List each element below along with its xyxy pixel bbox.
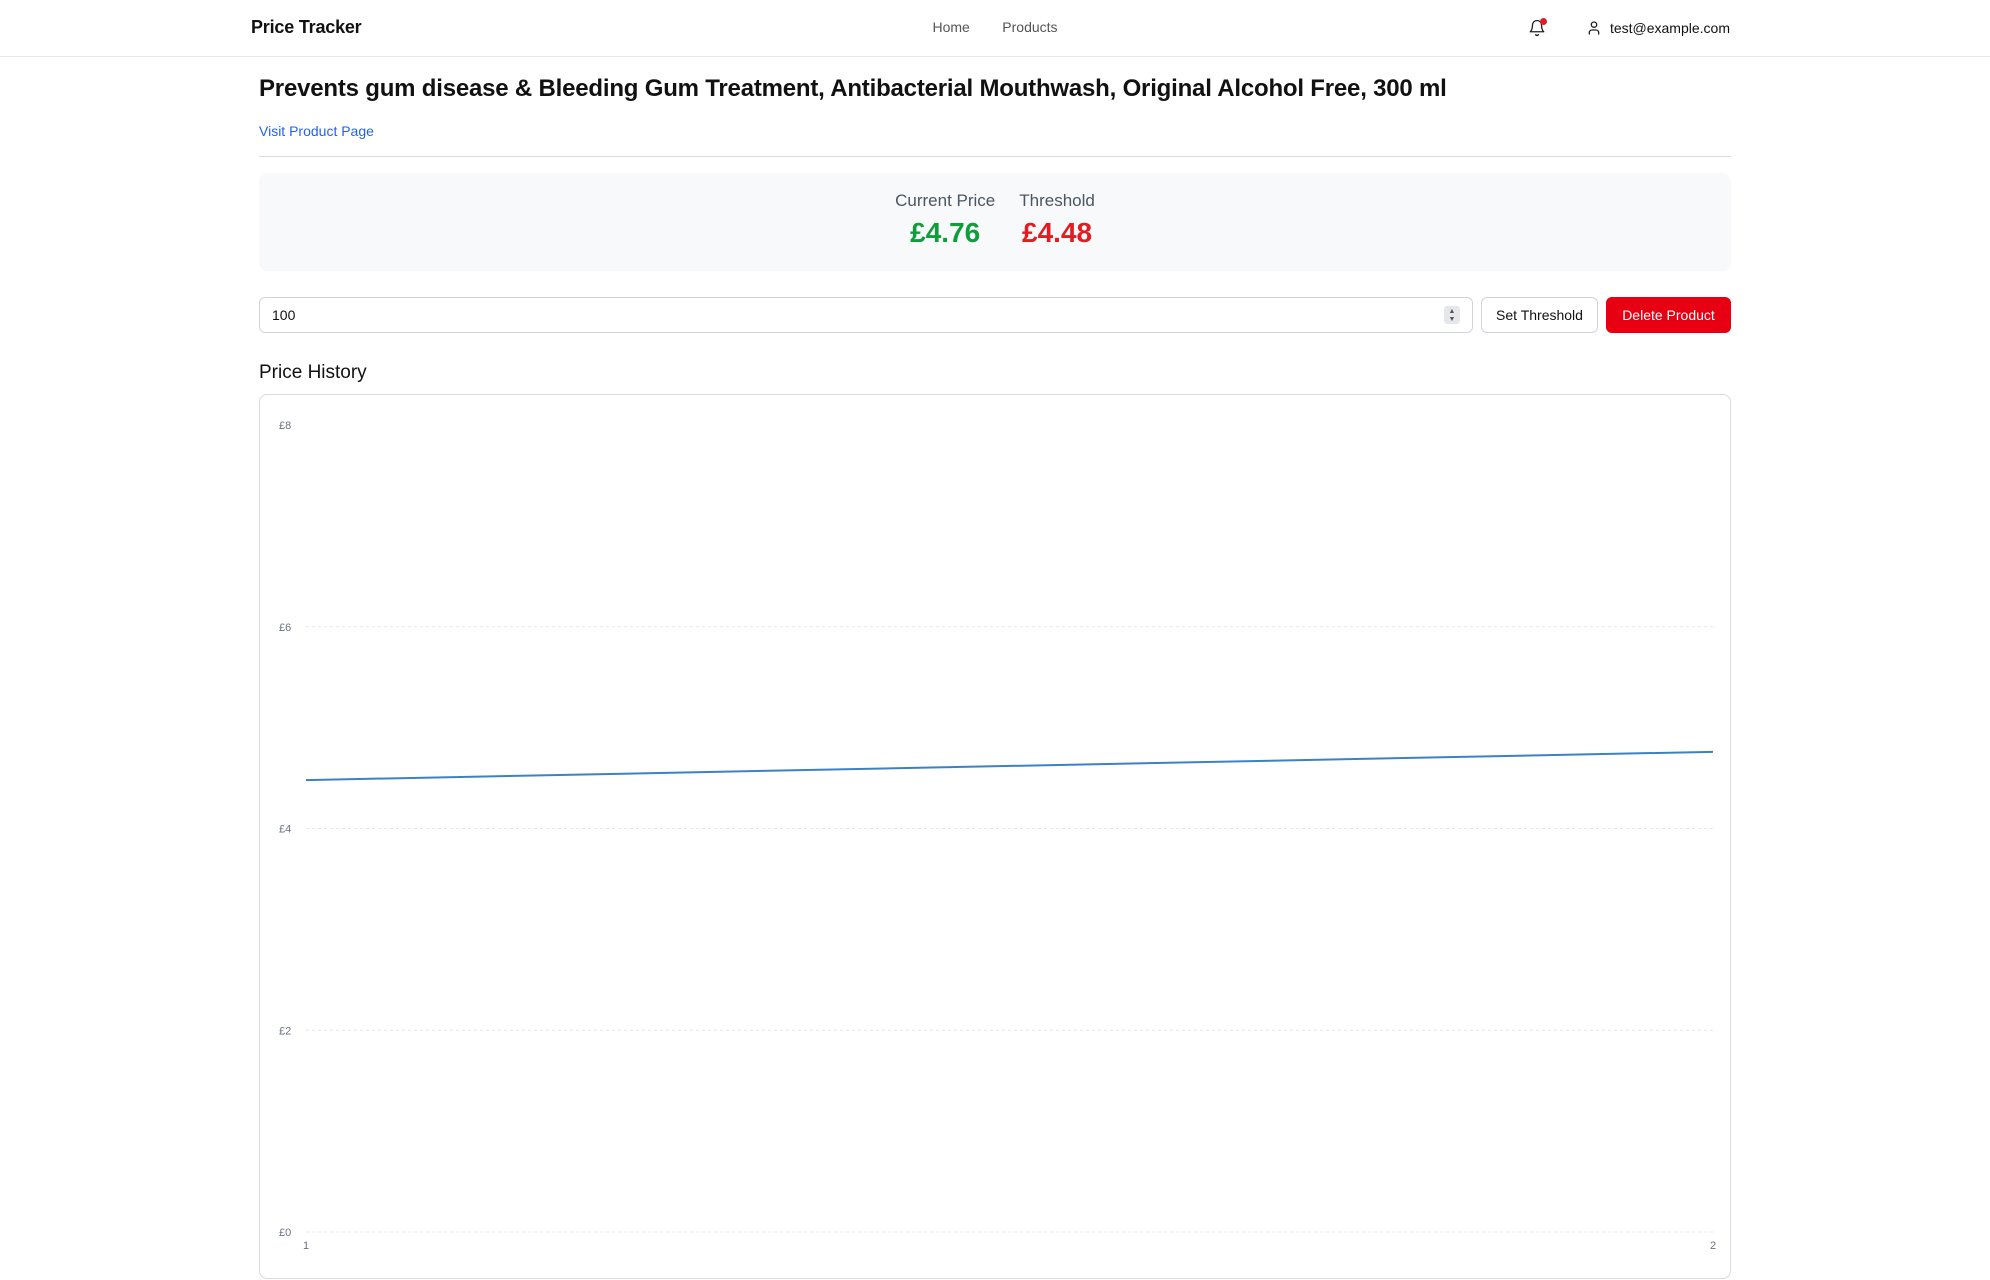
threshold-block: Threshold £4.48 xyxy=(1019,191,1095,271)
spinner-down-icon[interactable]: ▼ xyxy=(1449,316,1456,323)
threshold-label: Threshold xyxy=(1019,191,1095,210)
nav-link-products[interactable]: Products xyxy=(1002,19,1057,35)
threshold-input-wrapper: ▲ ▼ xyxy=(259,297,1473,333)
current-price-label: Current Price xyxy=(895,191,996,210)
threshold-input[interactable] xyxy=(260,298,1440,332)
visit-product-page-link[interactable]: Visit Product Page xyxy=(259,123,374,139)
divider xyxy=(259,156,1731,157)
price-series-line[interactable] xyxy=(305,750,1714,782)
y-tick-label: £8 xyxy=(279,420,291,432)
x-tick-label: 1 xyxy=(303,1240,309,1252)
price-history-svg: £0 £2 £4 £6 £8 1 2 xyxy=(279,420,1716,1252)
user-email: test@example.com xyxy=(1609,20,1730,36)
spinner-up-icon[interactable]: ▲ xyxy=(1449,308,1456,315)
current-price-block: Current Price £4.76 xyxy=(895,191,995,271)
current-price-value: £4.76 xyxy=(910,217,981,248)
y-tick-label: £4 xyxy=(279,824,291,836)
user-icon xyxy=(1588,21,1600,35)
user-menu[interactable]: test@example.com xyxy=(1586,20,1730,36)
notification-dot xyxy=(1539,18,1547,25)
threshold-value: £4.48 xyxy=(1022,217,1093,248)
brand-logo-text[interactable]: Price Tracker xyxy=(251,17,362,38)
y-tick-label: £6 xyxy=(279,622,291,634)
notifications-button[interactable] xyxy=(1528,17,1548,39)
number-spinner[interactable]: ▲ ▼ xyxy=(1444,306,1460,324)
price-history-title: Price History xyxy=(259,362,367,383)
top-navbar: Price Tracker Home Products test@example… xyxy=(0,0,1990,57)
set-threshold-button[interactable]: Set Threshold xyxy=(1481,297,1598,333)
nav-right: test@example.com xyxy=(1528,17,1730,39)
delete-product-button[interactable]: Delete Product xyxy=(1606,297,1731,333)
price-history-chart: £0 £2 £4 £6 £8 1 2 xyxy=(259,394,1731,1279)
y-tick-label: £0 xyxy=(279,1227,291,1239)
page-title: Prevents gum disease & Bleeding Gum Trea… xyxy=(259,75,1447,102)
threshold-controls: ▲ ▼ Set Threshold Delete Product xyxy=(259,297,1731,333)
x-tick-label: 2 xyxy=(1710,1240,1716,1252)
price-summary-panel: Current Price £4.76 Threshold £4.48 xyxy=(259,173,1731,271)
y-tick-label: £2 xyxy=(279,1025,291,1037)
nav-link-home[interactable]: Home xyxy=(932,19,969,35)
